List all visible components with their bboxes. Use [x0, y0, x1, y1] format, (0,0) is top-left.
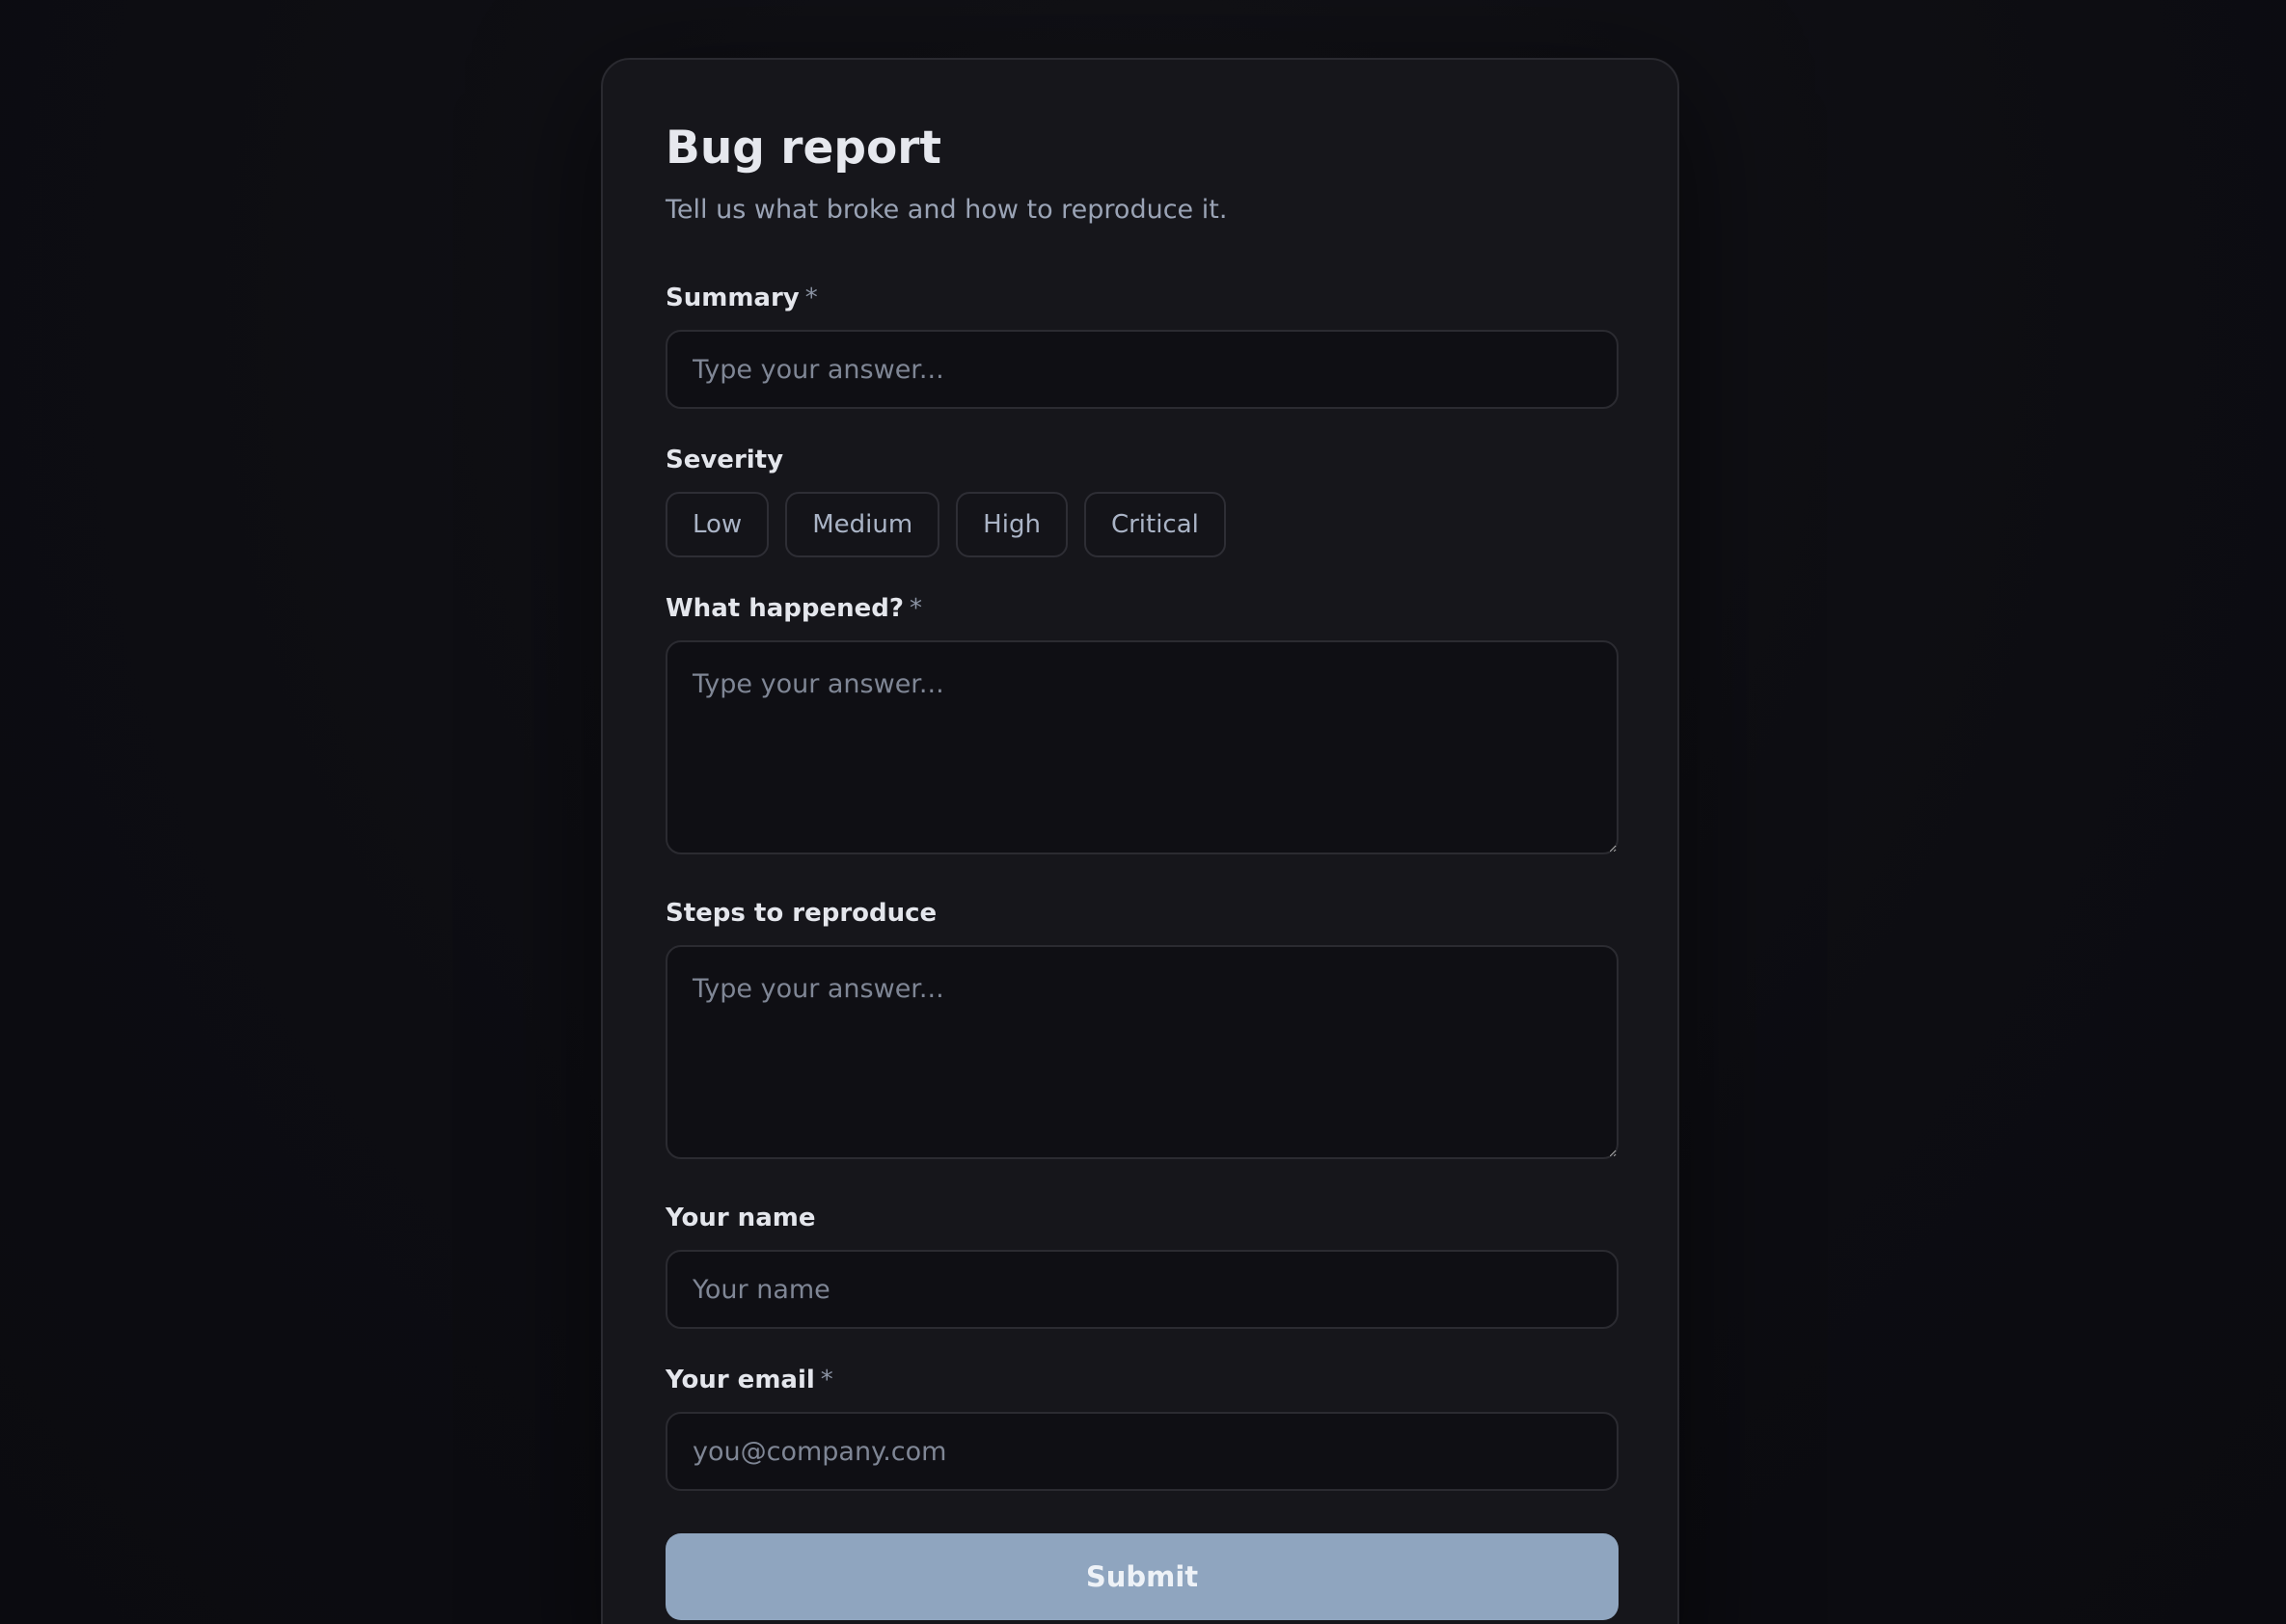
form-title: Bug report	[666, 122, 941, 175]
email-label: Your email *	[666, 1366, 833, 1395]
severity-label: Severity	[666, 446, 783, 475]
name-label: Your name	[666, 1204, 815, 1233]
what-happened-label: What happened? *	[666, 594, 922, 624]
severity-option-high[interactable]: High	[956, 492, 1068, 557]
severity-options: Low Medium High Critical	[666, 492, 1226, 557]
bug-report-card: Bug report Tell us what broke and how to…	[601, 58, 1679, 1624]
name-input[interactable]	[666, 1250, 1619, 1329]
submit-button[interactable]: Submit	[666, 1533, 1619, 1620]
summary-label-text: Summary	[666, 284, 800, 312]
steps-label: Steps to reproduce	[666, 899, 937, 929]
required-marker: *	[820, 1366, 833, 1394]
summary-input[interactable]	[666, 330, 1619, 409]
required-marker: *	[804, 284, 818, 312]
what-happened-textarea[interactable]	[666, 640, 1619, 854]
what-happened-label-text: What happened?	[666, 594, 904, 623]
form-subtitle: Tell us what broke and how to reproduce …	[666, 195, 1228, 225]
steps-label-text: Steps to reproduce	[666, 899, 938, 928]
steps-textarea[interactable]	[666, 945, 1619, 1159]
email-label-text: Your email	[666, 1366, 815, 1394]
page-background: Bug report Tell us what broke and how to…	[0, 0, 2286, 1624]
severity-option-medium[interactable]: Medium	[785, 492, 940, 557]
severity-option-critical[interactable]: Critical	[1083, 492, 1226, 557]
name-label-text: Your name	[666, 1204, 816, 1232]
summary-label: Summary *	[666, 284, 818, 313]
required-marker: *	[909, 594, 922, 623]
email-input[interactable]	[666, 1412, 1619, 1491]
severity-label-text: Severity	[666, 446, 784, 474]
severity-option-low[interactable]: Low	[666, 492, 770, 557]
